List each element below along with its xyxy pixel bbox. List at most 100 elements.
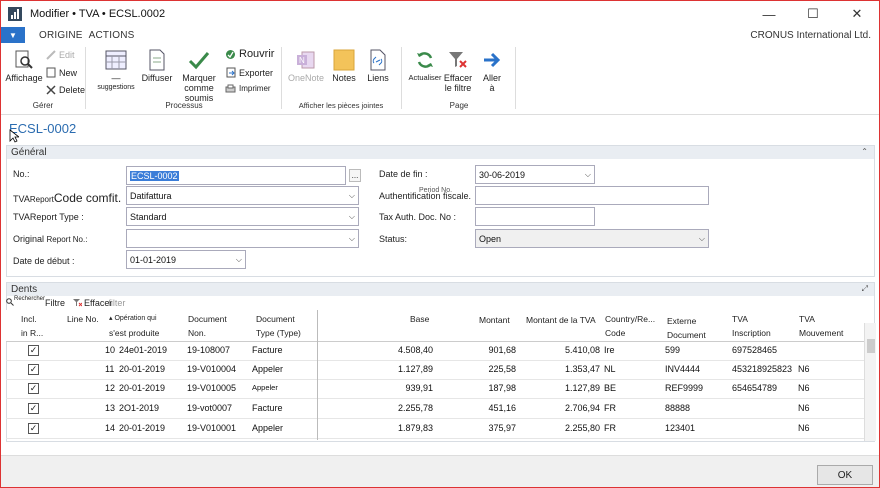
ok-button[interactable]: OK (817, 465, 873, 485)
chevron-down-icon: ⌵ (348, 191, 355, 200)
tva-inscription-cell: 453218925823 (732, 364, 793, 374)
include-checkbox[interactable]: ✓ (28, 345, 39, 356)
filter-input[interactable]: filter (108, 298, 125, 308)
new-button[interactable]: New (45, 67, 77, 78)
lines-grid-header: Incl. in R... Line No. ▴ Opération qui s'e… (6, 310, 864, 342)
col-tva-inscription[interactable]: TVA Inscription (732, 312, 771, 340)
suggestions-button[interactable]: — suggestions (93, 49, 139, 93)
vertical-scrollbar[interactable] (864, 323, 876, 441)
edit-button[interactable]: Edit (45, 49, 75, 60)
date-debut-field[interactable]: 01-01-2019 ⌵ (126, 250, 246, 269)
doc-no-cell: 19-108007 (187, 345, 231, 355)
line-no-cell: 10 (105, 345, 116, 355)
ribbon-divider (281, 47, 282, 109)
col-document-no[interactable]: Document Non. (188, 312, 227, 340)
filtre-button[interactable]: Filtre (45, 298, 65, 308)
col-country[interactable]: Country/Re... Code (605, 312, 655, 340)
country-cell: NL (604, 364, 616, 374)
marquer-soumis-button[interactable]: Marquer comme soumis (175, 49, 223, 103)
original-report-field[interactable]: ⌵ (126, 229, 359, 248)
include-checkbox[interactable]: ✓ (28, 423, 39, 434)
date-fin-field[interactable]: 30-06-2019 ⌵ (475, 165, 595, 184)
onenote-button[interactable]: N OneNote (285, 49, 327, 83)
pencil-icon (45, 49, 56, 60)
minimize-button[interactable]: — (747, 1, 791, 27)
rouvrir-button[interactable]: Rouvrir (225, 48, 274, 60)
diffuser-button[interactable]: Diffuser (139, 49, 175, 83)
base-cell: 1.879,83 (397, 423, 433, 433)
date-cell: 20-01-2019 (119, 383, 166, 393)
col-document-type[interactable]: Document Type (Type) (256, 312, 301, 340)
table-row[interactable]: ✓ 11 20-01-2019 19-V010004 Appeler 1.127… (6, 360, 864, 380)
tax-auth-doc-label: Tax Auth. Doc. No : (379, 212, 457, 222)
tva-report-code-field[interactable]: Datifattura ⌵ (126, 186, 359, 205)
checkmark-icon (188, 49, 210, 71)
doc-no-cell: 19-V010001 (187, 423, 237, 433)
reopen-icon (225, 49, 236, 60)
table-row[interactable]: ✓ 12 20-01-2019 19-V010005 Appeler 939,9… (6, 379, 864, 399)
ribbon-group-label: Page (449, 101, 469, 110)
tax-auth-doc-field[interactable] (475, 207, 595, 226)
liens-button[interactable]: Liens (363, 49, 393, 83)
table-row[interactable]: ✓ 10 24e01-2019 19-108007 Facture 4.508,… (6, 341, 864, 361)
tva-mouvement-cell: N6 (798, 423, 810, 433)
imprimer-button[interactable]: Imprimer (225, 83, 271, 94)
company-name: CRONUS International Ltd. (750, 30, 871, 41)
rechercher-button[interactable]: Rechercher (6, 296, 45, 308)
include-checkbox[interactable]: ✓ (28, 364, 39, 375)
delete-button[interactable]: Delete (45, 84, 85, 95)
effacer-filtre-lines-button[interactable]: Effacer (73, 298, 112, 309)
col-operation[interactable]: ▴ Opération qui s'est produite (109, 312, 159, 340)
lines-header[interactable]: Dents ⤢ (7, 283, 874, 296)
expand-icon[interactable]: ⤢ (862, 284, 868, 294)
app-menu-button[interactable]: ▼ (1, 27, 25, 43)
aller-a-button[interactable]: Aller à (477, 49, 507, 93)
country-cell: Ire (604, 345, 615, 355)
col-line-no[interactable]: Line No. (67, 312, 99, 326)
col-incl[interactable]: Incl. in R... (21, 312, 43, 340)
chevron-down-icon: ⌵ (698, 234, 705, 243)
date-fin-label: Date de fin : (379, 169, 428, 179)
maximize-button[interactable]: ☐ (791, 1, 835, 27)
montant-cell: 451,16 (488, 403, 516, 413)
tva-mouvement-cell: N6 (798, 403, 810, 413)
collapse-icon[interactable]: ⌃ (861, 147, 868, 156)
notes-button[interactable]: Notes (329, 49, 359, 83)
tva-report-type-field[interactable]: Standard ⌵ (126, 207, 359, 226)
scrollbar-thumb[interactable] (867, 339, 875, 353)
doc-type-cell: Facture (252, 403, 283, 413)
assist-edit-button[interactable]: ... (349, 169, 361, 182)
include-checkbox[interactable]: ✓ (28, 403, 39, 414)
effacer-filtre-button[interactable]: Effacer le filtre (441, 49, 475, 93)
auth-fiscale-field[interactable] (475, 186, 709, 205)
col-tva-mouvement[interactable]: TVA Mouvement (799, 312, 843, 340)
base-cell: 1.127,89 (397, 364, 433, 374)
status-label: Status: (379, 234, 408, 244)
col-montant-tva[interactable]: Montant de la TVA (526, 313, 596, 327)
col-externe[interactable]: Externe Document (667, 314, 706, 342)
printer-icon (225, 83, 236, 94)
date-cell: 20-01-2019 (119, 423, 166, 433)
actualiser-button[interactable]: Actualiser (407, 49, 443, 83)
chevron-down-icon: ⌵ (584, 170, 591, 179)
title-bar: Modifier • TVA • ECSL.0002 — ☐ ✕ (1, 1, 879, 27)
close-button[interactable]: ✕ (835, 1, 879, 27)
table-row[interactable]: ✓ 14 20-01-2019 19-V010001 Appeler 1.879… (6, 419, 864, 439)
table-row[interactable]: ✓ 13 2O1-2019 19-vot0007 Facture 2.255,7… (6, 399, 864, 419)
general-header[interactable]: Général ⌃ (7, 146, 874, 159)
col-base[interactable]: Base (410, 312, 429, 326)
montant-cell: 375,97 (488, 423, 516, 433)
status-field[interactable]: Open ⌵ (475, 229, 709, 248)
col-montant[interactable]: Montant (479, 313, 510, 327)
affichage-button[interactable]: Affichage (5, 49, 43, 83)
include-checkbox[interactable]: ✓ (28, 383, 39, 394)
montant-tva-cell: 1.353,47 (564, 364, 600, 374)
tab-actions[interactable]: ACTIONS (89, 30, 135, 41)
montant-tva-cell: 2.255,80 (564, 423, 600, 433)
exporter-button[interactable]: Exporter (225, 67, 273, 78)
no-field[interactable]: ECSL-0002 (126, 166, 346, 185)
page-title: ECSL-0002 (9, 121, 77, 136)
line-no-cell: 11 (105, 364, 115, 374)
base-cell: 4.508,40 (397, 345, 433, 355)
tab-origine[interactable]: ORIGINE (39, 30, 83, 41)
